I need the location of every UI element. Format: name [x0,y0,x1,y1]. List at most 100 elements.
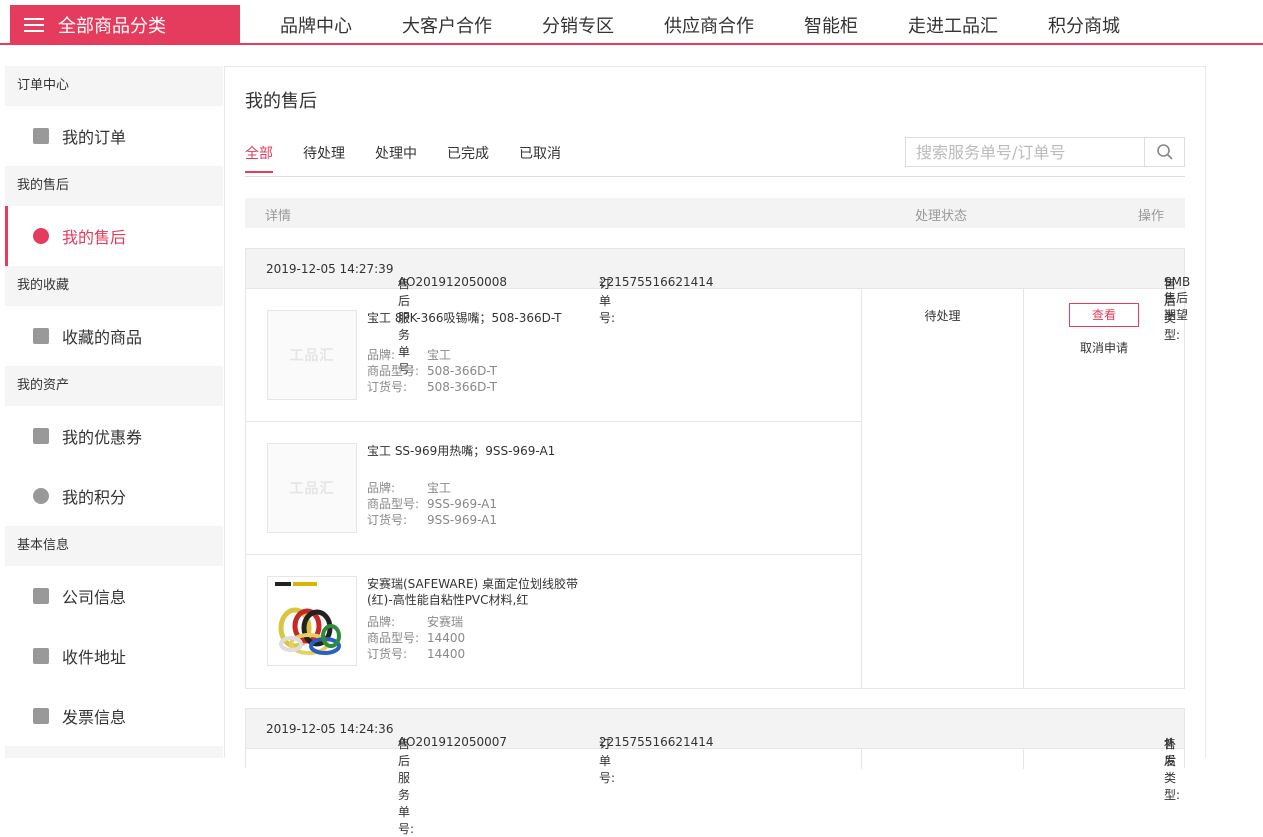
order-datetime: 2019-12-05 14:24:36 [266,722,394,736]
order-no-value: 221575516621414 [599,735,714,749]
product-image-placeholder[interactable]: 工品汇 [267,310,357,400]
nav-smart-cabinet[interactable]: 智能柜 [804,12,858,38]
code-label: 订货号: [367,647,408,661]
nav-points-mall[interactable]: 积分商城 [1048,12,1120,38]
header-action: 操作 [1138,209,1165,224]
top-nav: 全部商品分类 品牌中心 大客户合作 分销专区 供应商合作 智能柜 走进工品汇 积… [0,0,1263,45]
tab-completed[interactable]: 已完成 [447,143,489,173]
brand-label: 品牌: [367,481,396,495]
product-name[interactable]: 宝工 SS-969用热嘴；9SS-969-A1 [367,443,597,459]
sidebar-item-label: 发票信息 [62,708,127,727]
cancel-request-link[interactable]: 取消申请 [1024,339,1184,356]
brand-label: 品牌: [367,615,396,629]
all-categories-button[interactable]: 全部商品分类 [10,5,240,45]
sidebar-item-label: 我的积分 [62,488,127,507]
all-categories-label: 全部商品分类 [58,16,166,37]
sidebar-item-company-info[interactable]: 公司信息 [5,566,223,626]
list-item: 安赛瑞(SAFEWARE) 桌面定位划线胶带(红)-高性能自粘性PVC材料,红 … [246,555,861,688]
search-button[interactable] [1144,138,1184,166]
sidebar-item-points[interactable]: 我的积分 [5,466,223,526]
aftersale-icon [33,228,49,244]
sidebar-item-label: 我的订单 [62,128,127,147]
product-meta: 品牌: 宝工 商品型号: 9SS-969-A1 订货号: 9SS-969-A1 [367,480,497,528]
product-name[interactable]: 宝工 8PK-366吸锡嘴；508-366D-T [367,310,597,326]
code-label: 订货号: [367,380,408,394]
tab-all[interactable]: 全部 [245,143,273,173]
tab-divider [245,176,1185,177]
sidebar-item-label: 收藏的商品 [62,328,143,347]
sidebar-group-aftersale: 我的售后 [17,178,70,193]
search-box [905,137,1185,167]
model-label: 商品型号: [367,631,420,645]
truck-icon [33,648,49,664]
sidebar-item-my-orders[interactable]: 我的订单 [5,106,223,166]
type-value: 补发 [1164,737,1177,768]
nav-about[interactable]: 走进工品汇 [908,12,998,38]
order-datetime: 2019-12-05 14:27:39 [266,262,394,276]
code-label: 订货号: [367,513,408,527]
main-panel: 我的售后 全部 待处理 处理中 已完成 已取消 详情 处理状态 操作 2019-… [224,66,1206,836]
nav-big-customer[interactable]: 大客户合作 [402,12,492,38]
brand-value: 宝工 [427,481,452,495]
service-no-label: 售后服务单号: [398,737,415,836]
page-title: 我的售后 [245,91,317,112]
nav-distribution[interactable]: 分销专区 [542,12,614,38]
order-header: 2019-12-05 14:27:39 售后服务单号: AO20191205000… [246,249,1190,376]
sidebar-group-basic-info: 基本信息 [17,538,70,553]
order-header: 2019-12-05 14:24:36 售后服务单号: AO20191205000… [246,709,1184,836]
nav-supplier[interactable]: 供应商合作 [664,12,754,38]
sidebar-group-order: 订单中心 [17,78,70,93]
search-icon [1156,144,1173,160]
brand-label: 品牌: [367,348,396,362]
nav-brand-center[interactable]: 品牌中心 [280,12,352,38]
sidebar-item-label: 收件地址 [62,648,127,667]
service-no-value: AO201912050007 [398,735,508,749]
order-body [246,749,1184,769]
brand-value: 宝工 [427,348,452,362]
sidebar-item-address[interactable]: 收件地址 [5,626,223,686]
view-button[interactable]: 查看 [1069,303,1139,327]
product-name[interactable]: 安赛瑞(SAFEWARE) 桌面定位划线胶带(红)-高性能自粘性PVC材料,红 [367,576,597,608]
order-body: 工品汇 宝工 8PK-366吸锡嘴；508-366D-T 品牌: 宝工 商品型号:… [246,289,1184,688]
list-item: 工品汇 宝工 SS-969用热嘴；9SS-969-A1 品牌: 宝工 商品型号: 9… [246,422,861,555]
status-badge: 待处理 [862,289,1024,688]
tape-rolls-image [275,582,341,655]
sidebar: 订单中心 我的订单 我的售后 我的售后 我的收藏 收藏的商品 我的资产 我的优惠… [5,66,223,758]
heart-icon [33,328,49,344]
tab-cancelled[interactable]: 已取消 [519,143,561,173]
header-status: 处理状态 [915,209,968,224]
order-icon [33,128,49,144]
code-value: 9SS-969-A1 [427,513,498,527]
aftersale-order: 2019-12-05 14:27:39 售后服务单号: AO20191205000… [245,248,1190,689]
status-tabs: 全部 待处理 处理中 已完成 已取消 [245,143,591,173]
aftersale-order: 2019-12-05 14:24:36 售后服务单号: AO20191205000… [245,708,1185,836]
header-detail: 详情 [265,209,292,224]
code-value: 508-366D-T [427,380,497,394]
model-value: 9SS-969-A1 [427,497,498,511]
tab-processing[interactable]: 处理中 [375,143,417,173]
tab-pending[interactable]: 待处理 [303,143,345,173]
sidebar-item-label: 公司信息 [62,588,127,607]
order-no-value: 221575516621414 [599,275,714,289]
product-meta: 品牌: 宝工 商品型号: 508-366D-T 订货号: 508-366D-T [367,347,497,395]
sidebar-item-favorite-products[interactable]: 收藏的商品 [5,306,223,366]
sidebar-group-assets: 我的资产 [17,378,70,393]
model-label: 商品型号: [367,364,420,378]
search-input[interactable] [906,138,1144,166]
brand-value: 安赛瑞 [427,615,464,629]
coins-icon [33,488,49,504]
product-image-placeholder[interactable]: 工品汇 [267,443,357,533]
product-meta: 品牌: 安赛瑞 商品型号: 14400 订货号: 14400 [367,614,465,662]
sidebar-group-favorites: 我的收藏 [17,278,70,293]
model-label: 商品型号: [367,497,420,511]
sidebar-item-label: 我的售后 [62,228,127,247]
sidebar-item-my-aftersale[interactable]: 我的售后 [5,206,223,266]
product-image[interactable] [267,576,357,666]
order-actions: 查看 取消申请 [1024,289,1184,688]
service-no-value: AO201912050008 [398,275,508,289]
menu-icon [24,18,44,32]
model-value: 14400 [427,631,466,645]
sidebar-item-coupons[interactable]: 我的优惠券 [5,406,223,466]
sidebar-item-invoice[interactable]: 发票信息 [5,686,223,746]
list-item: 工品汇 宝工 8PK-366吸锡嘴；508-366D-T 品牌: 宝工 商品型号:… [246,289,861,422]
